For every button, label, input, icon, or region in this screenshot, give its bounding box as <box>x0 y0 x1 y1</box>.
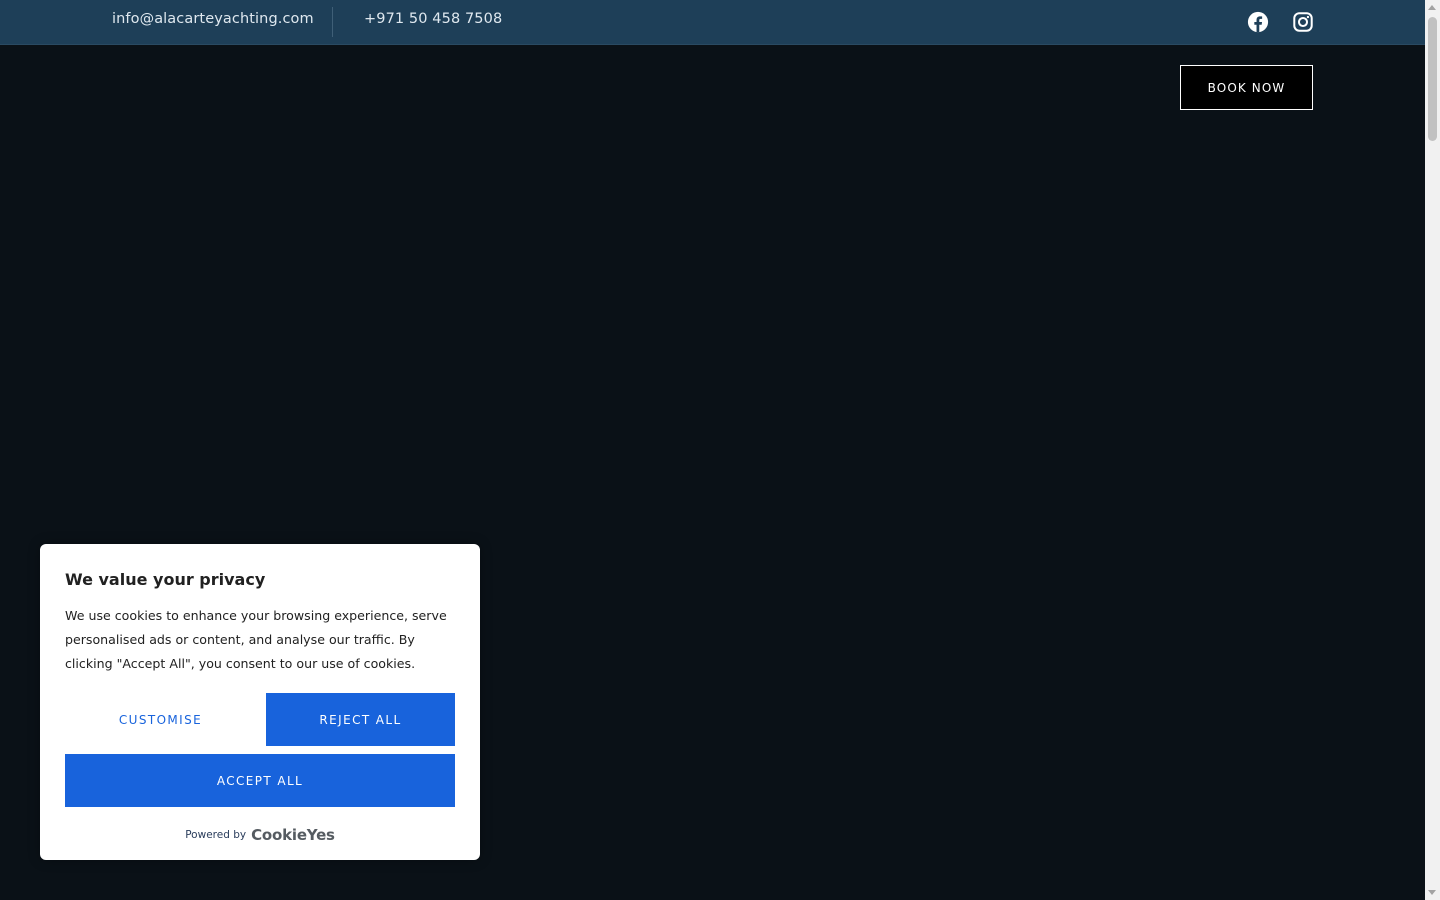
scroll-up-arrow-icon[interactable] <box>1428 5 1436 10</box>
cookie-banner-title: We value your privacy <box>65 570 266 589</box>
scroll-down-arrow-icon[interactable] <box>1428 890 1436 895</box>
powered-by-label: Powered by <box>185 829 247 841</box>
customise-button[interactable]: CUSTOMISE <box>65 693 256 746</box>
phone-link[interactable]: +971 50 458 7508 <box>364 11 502 27</box>
page-scrollbar[interactable] <box>1425 0 1440 900</box>
top-contact-bar: info@alacarteyachting.com +971 50 458 75… <box>0 0 1425 45</box>
book-now-button[interactable]: BOOK NOW <box>1180 65 1313 110</box>
cookie-consent-banner: We value your privacy We use cookies to … <box>40 544 480 860</box>
facebook-icon[interactable] <box>1247 11 1269 33</box>
accept-all-button[interactable]: ACCEPT ALL <box>65 754 455 807</box>
scrollbar-thumb[interactable] <box>1428 17 1437 141</box>
cookieyes-logo[interactable]: CookieYes <box>251 826 335 844</box>
cookie-banner-description: We use cookies to enhance your browsing … <box>65 608 447 671</box>
topbar-divider <box>332 7 333 37</box>
powered-by: Powered by CookieYes <box>40 826 480 844</box>
page: info@alacarteyachting.com +971 50 458 75… <box>0 0 1440 900</box>
reject-all-button[interactable]: REJECT ALL <box>266 693 455 746</box>
instagram-icon[interactable] <box>1292 11 1314 33</box>
email-link[interactable]: info@alacarteyachting.com <box>112 11 314 27</box>
